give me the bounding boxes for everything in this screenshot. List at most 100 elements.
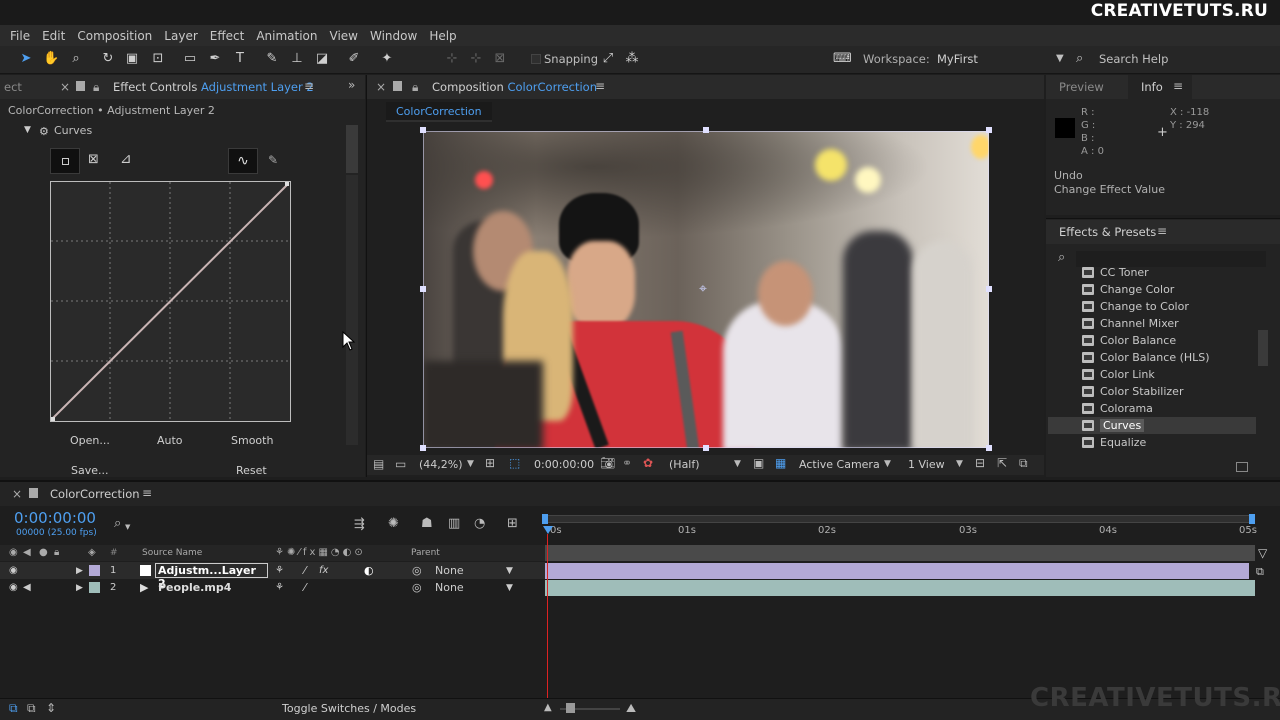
puppet-tool-icon[interactable]: ✦	[379, 51, 395, 67]
audio-toggle-icon[interactable]: ◀	[23, 582, 31, 593]
effect-item[interactable]: Color Balance (HLS)	[1082, 349, 1254, 366]
curves-effect-name[interactable]: Curves	[54, 124, 92, 137]
curves-expand-icon[interactable]: ▼	[24, 125, 31, 135]
motion-blur-icon[interactable]: ◔	[474, 516, 485, 531]
curves-smooth-button[interactable]: Smooth	[231, 434, 273, 447]
rotate-tool-icon[interactable]: ↻	[100, 51, 116, 67]
parent-dropdown[interactable]: None	[435, 581, 464, 594]
comp-subtab[interactable]: ColorCorrection	[386, 102, 492, 122]
effect-item[interactable]: Equalize	[1082, 434, 1254, 451]
effects-search-icon[interactable]: ⌕	[1058, 250, 1065, 265]
effects-search-input[interactable]	[1076, 251, 1266, 267]
zoom-chevron-icon[interactable]: ▼	[467, 459, 474, 469]
timeline-zoom-thumb[interactable]	[566, 703, 575, 713]
curves-channel-rgb-button[interactable]	[50, 148, 80, 174]
layer-bar-people[interactable]	[545, 580, 1255, 596]
lock-icon[interactable]: 🔒︎	[93, 80, 99, 95]
effect-controls-tab[interactable]: Effect Controls Adjustment Layer 2	[113, 75, 314, 99]
menu-animation[interactable]: Animation	[250, 29, 323, 43]
transparency-grid-icon[interactable]: ▦	[775, 456, 786, 470]
pan-behind-tool-icon[interactable]: ⊡	[150, 51, 166, 67]
effect-item-selected[interactable]: Curves	[1048, 417, 1256, 434]
zoom-level-value[interactable]: (44,2%)	[419, 458, 463, 471]
menu-layer[interactable]: Layer	[158, 29, 203, 43]
curves-bezier-icon[interactable]: ∿	[228, 148, 258, 174]
playhead-handle[interactable]	[543, 526, 553, 534]
view-layout-dropdown[interactable]: 1 View	[908, 458, 945, 471]
zoom-in-icon[interactable]: ⛰	[626, 701, 636, 716]
timeline-timecode[interactable]: 0:00:00:00	[14, 509, 96, 527]
timeline-search-chevron-icon[interactable]: ▼	[125, 523, 130, 531]
type-tool-icon[interactable]: T	[232, 51, 248, 67]
effects-menu-icon[interactable]: ≡	[1157, 224, 1167, 238]
comp-flowchart-icon[interactable]: ⧉	[9, 701, 18, 716]
shy-switch-icon[interactable]: ⚘	[275, 582, 284, 593]
axis-local-icon[interactable]: ⊹	[444, 51, 460, 67]
info-menu-icon[interactable]: ≡	[1173, 79, 1183, 93]
expand-switches-icon[interactable]: ⧉	[27, 701, 36, 716]
comp-timecode[interactable]: 0:00:00:00	[534, 458, 594, 471]
video-toggle-icon[interactable]: ◉	[9, 582, 18, 593]
comp-button-icon[interactable]: ▽	[1258, 546, 1267, 560]
menu-effect[interactable]: Effect	[204, 29, 251, 43]
work-area-bar[interactable]	[545, 515, 1255, 523]
playhead-line[interactable]	[547, 534, 548, 698]
curves-auto-button[interactable]: Auto	[157, 434, 183, 447]
comp-lock-icon[interactable]: 🔒︎	[412, 80, 418, 95]
parent-pickwhip-icon[interactable]: ◎	[412, 581, 422, 594]
effect-item[interactable]: Channel Mixer	[1082, 315, 1254, 332]
effects-scrollbar[interactable]	[1258, 330, 1268, 366]
layer-name[interactable]: Adjustm...Layer 2	[155, 563, 268, 590]
toggle-switches-modes-button[interactable]: Toggle Switches / Modes	[282, 702, 416, 715]
effect-controls-scrollbar[interactable]	[346, 125, 358, 173]
transform-handle[interactable]	[420, 445, 426, 451]
menu-file[interactable]: File	[4, 29, 36, 43]
effects-presets-tab[interactable]: Effects & Presets	[1059, 220, 1156, 244]
curves-size-large-icon[interactable]: ⊿	[120, 151, 132, 167]
work-area-start-handle[interactable]	[542, 514, 548, 524]
camera-tool-icon[interactable]: ▣	[124, 51, 140, 67]
transform-handle[interactable]	[986, 286, 992, 292]
menu-composition[interactable]: Composition	[71, 29, 158, 43]
snapping-checkbox[interactable]	[531, 54, 541, 64]
roto-brush-tool-icon[interactable]: ✐	[346, 51, 362, 67]
frame-blending-icon[interactable]: ▥	[448, 516, 460, 531]
layer-name[interactable]: People.mp4	[158, 581, 231, 594]
parent-dropdown[interactable]: None	[435, 564, 464, 577]
shy-layers-icon[interactable]: ☗	[421, 516, 433, 531]
curves-pencil-icon[interactable]: ✎	[268, 153, 278, 167]
search-help-input[interactable]: Search Help	[1099, 52, 1168, 66]
graph-editor-icon[interactable]: ⊞	[507, 516, 518, 531]
channels-icon[interactable]: ✿	[643, 456, 653, 470]
project-tab[interactable]: ect	[4, 75, 22, 99]
anchor-point-icon[interactable]: ⌖	[699, 281, 707, 297]
camera-view-dropdown[interactable]: Active Camera	[799, 458, 880, 471]
close-comp-tab-icon[interactable]: ×	[376, 80, 386, 94]
effect-item[interactable]: Color Link	[1082, 366, 1254, 383]
transform-handle[interactable]	[703, 445, 709, 451]
show-snapshot-icon[interactable]: ⚭	[622, 456, 632, 470]
fx-toggle-icon[interactable]: ⚙	[39, 125, 49, 138]
layer-expand-icon[interactable]: ▶	[76, 566, 83, 576]
draft-3d-icon[interactable]: ✺	[388, 516, 399, 531]
composition-tab[interactable]: Composition ColorCorrection	[432, 75, 597, 99]
timeline-menu-icon[interactable]: ≡	[142, 486, 152, 500]
clone-stamp-tool-icon[interactable]: ⊥	[289, 51, 305, 67]
layer-expand-icon[interactable]: ▶	[76, 583, 83, 593]
curves-open-button[interactable]: Open...	[70, 434, 110, 447]
video-toggle-icon[interactable]: ◉	[9, 565, 18, 576]
zoom-tool-icon[interactable]: ⌕	[68, 51, 84, 67]
table-row[interactable]: ◉ ◀ ▶ 2 ▶ People.mp4 ⚘ ⁄ ◎ None ▼	[0, 579, 545, 596]
hand-tool-icon[interactable]: ✋	[43, 51, 59, 67]
timeline-tab[interactable]: ColorCorrection	[50, 482, 140, 506]
parent-chevron-icon[interactable]: ▼	[506, 566, 513, 576]
camera-chevron-icon[interactable]: ▼	[884, 459, 891, 469]
close-timeline-tab-icon[interactable]: ×	[12, 487, 22, 501]
workspace-icon[interactable]: ⌨	[833, 51, 852, 67]
table-row[interactable]: ◉ ▶ 1 Adjustm...Layer 2 ⚘ ⁄ fx ◐ ◎ None …	[0, 562, 545, 590]
work-area-end-handle[interactable]	[1249, 514, 1255, 524]
toggle-pixel-icon[interactable]: ⊟	[975, 456, 985, 470]
close-tab-icon[interactable]: ×	[60, 80, 70, 94]
effect-item[interactable]: CC Toner	[1082, 267, 1254, 281]
effect-item[interactable]: Colorama	[1082, 400, 1254, 417]
